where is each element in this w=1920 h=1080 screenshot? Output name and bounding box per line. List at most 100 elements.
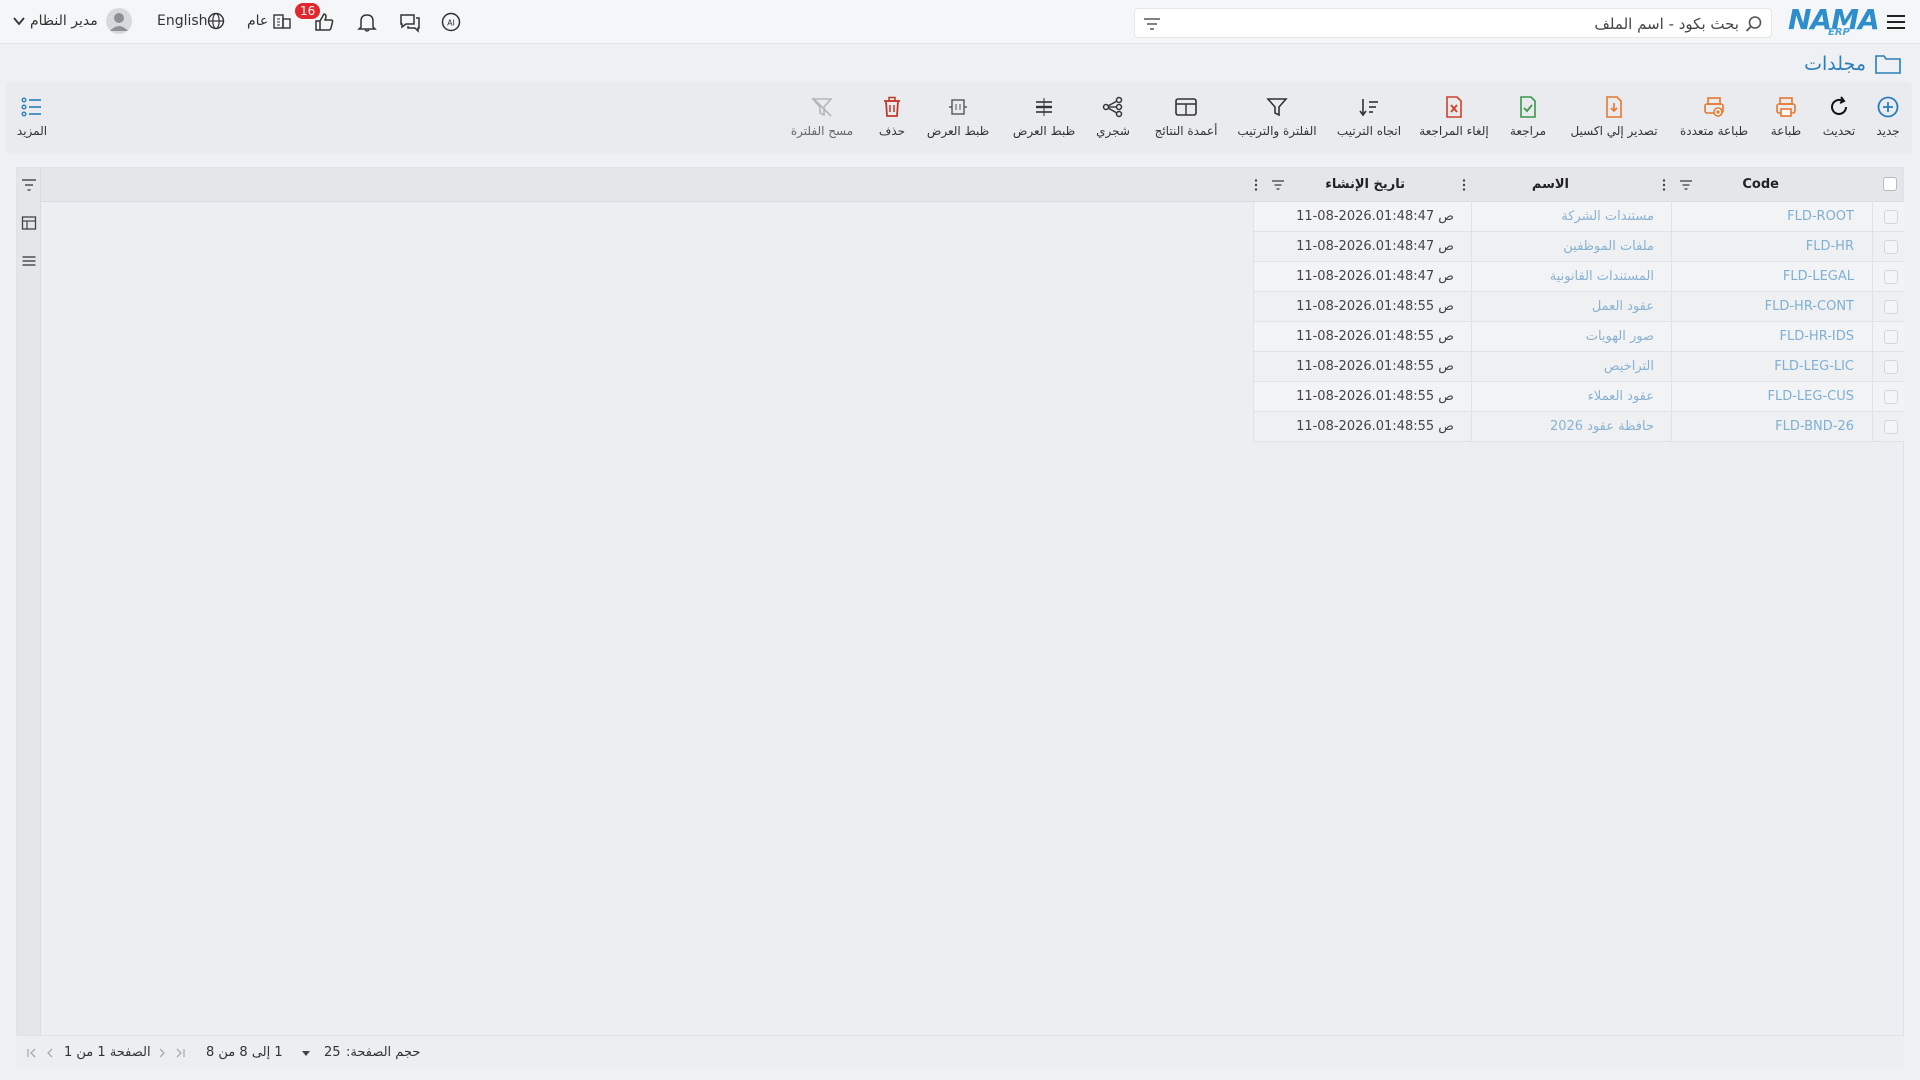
column-width-icon (949, 99, 967, 115)
sort-direction-button[interactable]: اتجاه الترتيب (1330, 82, 1408, 154)
cell-name[interactable]: المستندات القانونية (1550, 262, 1654, 292)
globe-icon[interactable] (207, 12, 225, 30)
filter-lines-icon[interactable] (1143, 16, 1161, 32)
view-adjust-button-1[interactable]: ظبط العرض (1008, 82, 1080, 154)
column-header-code[interactable]: Code (1742, 168, 1779, 202)
row-checkbox[interactable] (1884, 390, 1898, 404)
cell-name[interactable]: عقود العمل (1592, 292, 1654, 322)
delete-label: حذف (878, 124, 906, 138)
column-menu-icon[interactable] (1657, 178, 1671, 192)
table-row[interactable]: FLD-LEG-LIC التراخيص 11-08-2026.01:48:55… (1253, 352, 1904, 382)
refresh-button[interactable]: تحديث (1818, 82, 1860, 154)
select-all-checkbox[interactable] (1883, 177, 1897, 191)
multi-printer-icon (1704, 97, 1724, 117)
clear-filter-button[interactable]: مسح الفلترة (786, 82, 858, 154)
print-button[interactable]: طباعة (1762, 82, 1810, 154)
row-checkbox[interactable] (1884, 420, 1898, 434)
table-row[interactable]: FLD-LEGAL المستندات القانونية 11-08-2026… (1253, 262, 1904, 292)
export-excel-button[interactable]: تصدير إلي اكسيل (1564, 82, 1664, 154)
list-view-icon[interactable] (21, 253, 37, 269)
cell-code[interactable]: FLD-HR (1806, 232, 1854, 262)
column-divider (1253, 202, 1254, 442)
filter-sort-button[interactable]: الفلترة والترتيب (1232, 82, 1322, 154)
cell-name[interactable]: ملفات الموظفين (1563, 232, 1654, 262)
thumbs-up-icon[interactable] (313, 11, 335, 33)
top-actions: مدير النظام English عام 16 AI (0, 0, 470, 44)
cell-name[interactable]: حافظة عقود 2026 (1550, 412, 1654, 442)
ai-assistant-icon[interactable]: AI (440, 11, 462, 33)
prev-page-icon[interactable] (44, 1047, 56, 1059)
column-menu-icon[interactable] (1457, 178, 1471, 192)
column-menu-icon[interactable] (1249, 178, 1263, 192)
data-grid: Code الاسم تاريخ الإنشاء FLD-ROOT مستندا… (16, 167, 1904, 1063)
branch-icon[interactable] (272, 11, 292, 31)
cancel-review-button[interactable]: إلغاء المراجعة (1414, 82, 1494, 154)
column-filter-icon[interactable] (1271, 178, 1285, 192)
row-checkbox[interactable] (1884, 270, 1898, 284)
new-button[interactable]: جديد (1868, 82, 1908, 154)
first-page-icon[interactable] (26, 1047, 38, 1059)
row-checkbox[interactable] (1884, 300, 1898, 314)
column-header-created[interactable]: تاريخ الإنشاء (1325, 168, 1405, 202)
table-row[interactable]: FLD-BND-26 حافظة عقود 2026 11-08-2026.01… (1253, 412, 1904, 442)
table-row[interactable]: FLD-HR ملفات الموظفين 11-08-2026.01:48:4… (1253, 232, 1904, 262)
search-input[interactable]: بحث بكود - اسم الملف (1594, 15, 1739, 33)
delete-button[interactable]: حذف (870, 82, 914, 154)
chevron-down-icon[interactable] (300, 1047, 312, 1059)
cell-created: 11-08-2026.01:48:55 ص (1296, 329, 1454, 344)
cell-name[interactable]: صور الهويات (1586, 322, 1654, 352)
table-row[interactable]: FLD-ROOT مستندات الشركة 11-08-2026.01:48… (1253, 202, 1904, 232)
cell-code[interactable]: FLD-ROOT (1787, 202, 1854, 232)
table-row[interactable]: FLD-HR-CONT عقود العمل 11-08-2026.01:48:… (1253, 292, 1904, 322)
cell-code[interactable]: FLD-LEG-LIC (1774, 352, 1854, 382)
cell-code[interactable]: FLD-LEGAL (1783, 262, 1854, 292)
cell-name[interactable]: التراخيص (1604, 352, 1654, 382)
more-label: المزيد (16, 124, 48, 138)
new-label: جديد (1876, 124, 1900, 138)
cell-code[interactable]: FLD-HR-IDS (1780, 322, 1855, 352)
more-button[interactable]: المزيد (10, 82, 54, 154)
search-icon (1745, 16, 1762, 32)
row-checkbox[interactable] (1884, 360, 1898, 374)
table-view-icon[interactable] (21, 215, 37, 231)
bell-icon[interactable] (356, 11, 378, 33)
chevron-down-icon[interactable] (12, 14, 26, 28)
branch-name[interactable]: عام (247, 13, 268, 29)
result-columns-label: أعمدة النتائج (1154, 124, 1218, 138)
print-label: طباعة (1770, 124, 1802, 138)
row-checkbox[interactable] (1884, 240, 1898, 254)
app-logo[interactable]: NAMA ERP (1788, 4, 1880, 39)
result-columns-button[interactable]: أعمدة النتائج (1146, 82, 1226, 154)
column-header-name[interactable]: الاسم (1532, 168, 1569, 202)
menu-icon[interactable] (1884, 10, 1908, 34)
multi-print-button[interactable]: طباعة متعددة (1674, 82, 1754, 154)
last-page-icon[interactable] (174, 1047, 186, 1059)
next-page-icon[interactable] (156, 1047, 168, 1059)
multi-print-label: طباعة متعددة (1679, 124, 1749, 138)
row-checkbox[interactable] (1884, 330, 1898, 344)
funnel-icon (1266, 98, 1288, 117)
cell-code[interactable]: FLD-BND-26 (1775, 412, 1854, 442)
review-button[interactable]: مراجعة (1500, 82, 1556, 154)
language-switch[interactable]: English (157, 13, 208, 29)
cell-code[interactable]: FLD-HR-CONT (1765, 292, 1854, 322)
column-filter-icon[interactable] (1679, 178, 1693, 192)
tree-button[interactable]: شجري (1088, 82, 1138, 154)
cell-name[interactable]: عقود العملاء (1588, 382, 1654, 412)
avatar[interactable] (106, 8, 132, 34)
filter-icon[interactable] (21, 177, 37, 193)
columns-icon (1175, 98, 1197, 116)
search-box[interactable]: بحث بكود - اسم الملف (1134, 8, 1772, 38)
cell-created: 11-08-2026.01:48:55 ص (1296, 299, 1454, 314)
chat-icon[interactable] (398, 10, 422, 34)
cell-name[interactable]: مستندات الشركة (1561, 202, 1654, 232)
tree-icon (1102, 96, 1123, 118)
table-row[interactable]: FLD-LEG-CUS عقود العملاء 11-08-2026.01:4… (1253, 382, 1904, 412)
clear-filter-label: مسح الفلترة (790, 124, 854, 138)
view-adjust-button-2[interactable]: ظبط العرض (922, 82, 994, 154)
table-row[interactable]: FLD-HR-IDS صور الهويات 11-08-2026.01:48:… (1253, 322, 1904, 352)
row-checkbox[interactable] (1884, 210, 1898, 224)
page-size-select[interactable]: 25 (324, 1045, 341, 1060)
cell-code[interactable]: FLD-LEG-CUS (1768, 382, 1855, 412)
user-name[interactable]: مدير النظام (30, 13, 98, 29)
